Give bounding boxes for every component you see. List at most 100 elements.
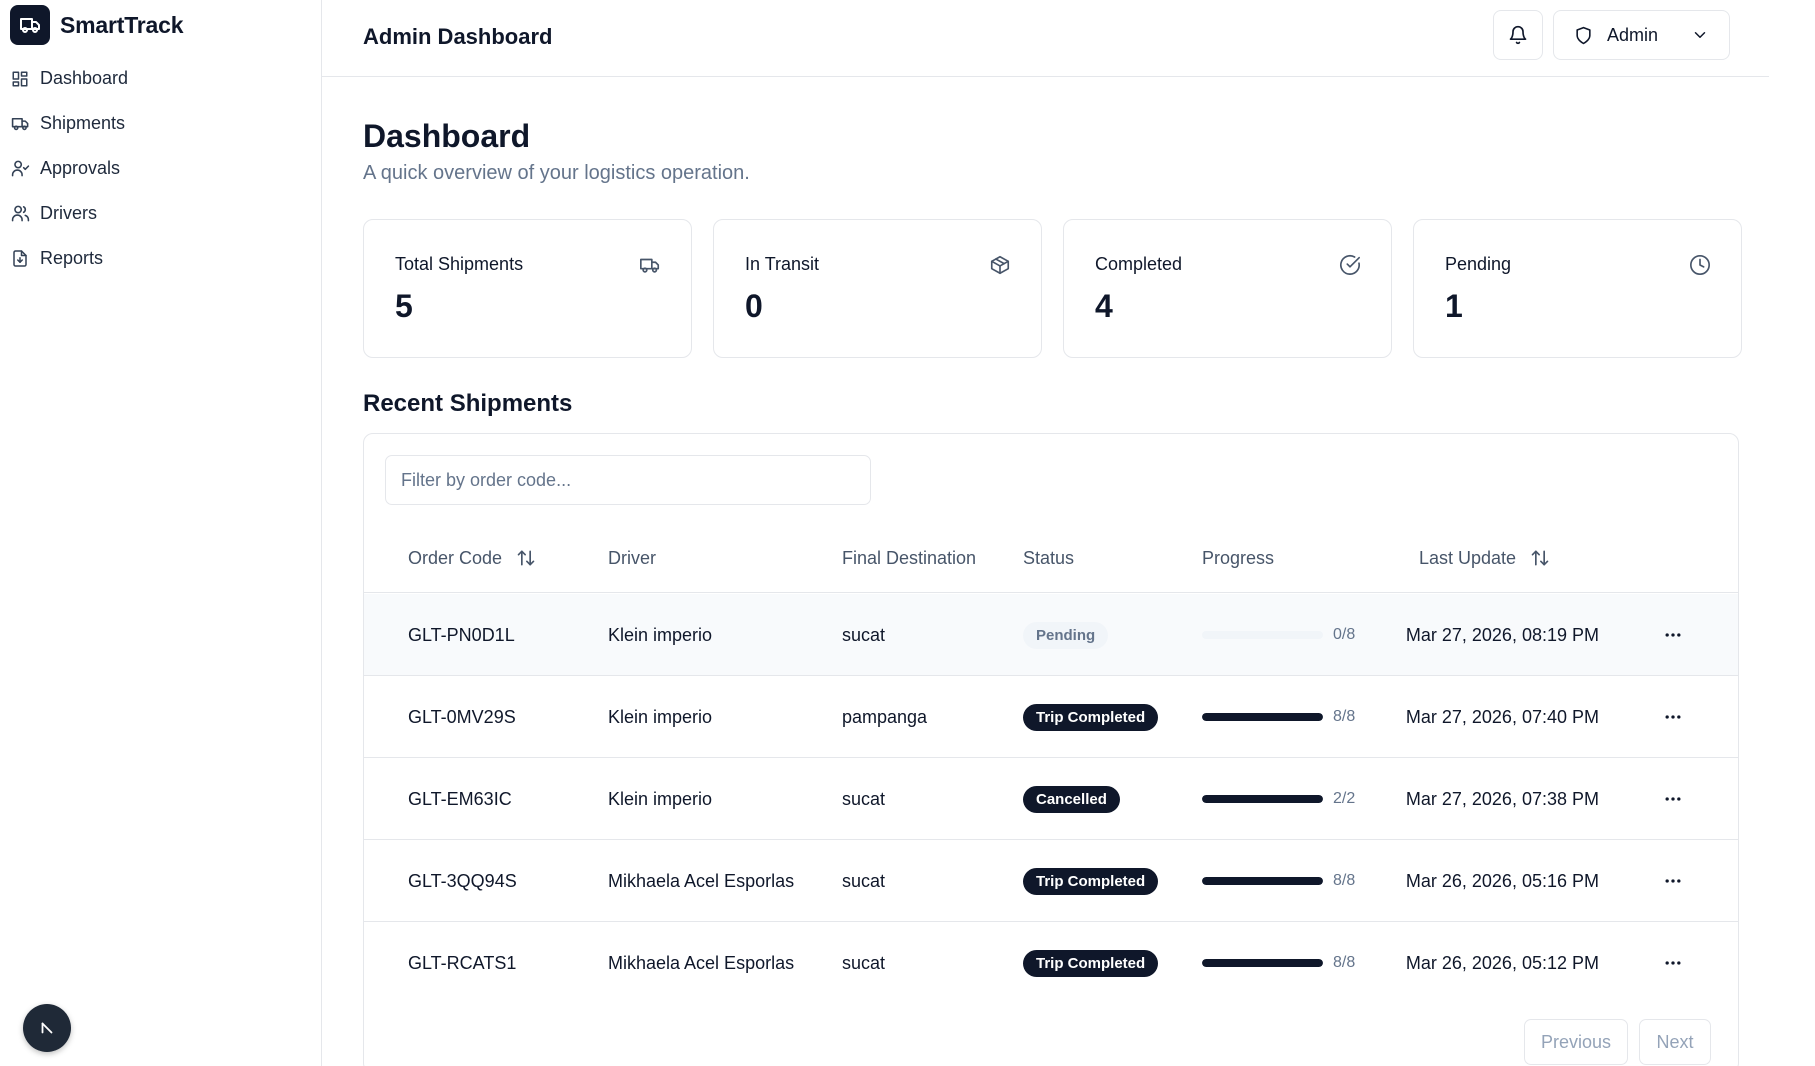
stat-label: Total Shipments — [395, 254, 524, 274]
table-row[interactable]: GLT-EM63IC Klein imperio sucat Cancelled… — [364, 758, 1738, 840]
progress-track — [1202, 877, 1323, 885]
recent-shipments-title: Recent Shipments — [363, 390, 573, 417]
column-header-progress: Progress — [1202, 523, 1274, 593]
sidebar: SmartTrack Dashboard Shipments Approvals… — [0, 0, 322, 1066]
top-header: Admin Dashboard Admin — [322, 0, 1769, 77]
stat-card-in-transit: In Transit 0 — [713, 219, 1042, 358]
sort-arrows-icon[interactable] — [516, 548, 536, 568]
destination-cell: pampanga — [842, 706, 928, 727]
file-download-icon — [10, 249, 30, 269]
table-row[interactable]: GLT-3QQ94S Mikhaela Acel Esporlas sucat … — [364, 840, 1738, 922]
brand[interactable]: SmartTrack — [10, 5, 184, 45]
progress-track — [1202, 631, 1323, 639]
row-actions-button[interactable] — [1660, 622, 1686, 648]
stat-label: In Transit — [745, 254, 820, 274]
destination-cell: sucat — [842, 624, 886, 645]
column-header-final-destination: Final Destination — [842, 523, 976, 593]
status-badge: Cancelled — [1023, 785, 1120, 813]
driver-cell: Klein imperio — [608, 788, 713, 809]
column-header-label: Driver — [608, 547, 656, 568]
row-actions-button[interactable] — [1660, 950, 1686, 976]
column-header-label: Status — [1023, 547, 1075, 568]
stat-card-pending: Pending 1 — [1413, 219, 1742, 358]
page-title: Dashboard — [363, 118, 531, 154]
next-page-button[interactable]: Next — [1639, 1019, 1711, 1065]
user-check-icon — [10, 159, 30, 179]
column-header-last-update[interactable]: Last Update — [1419, 523, 1550, 593]
column-header-label: Last Update — [1419, 547, 1517, 568]
progress-count: 2/2 — [1333, 790, 1356, 807]
previous-page-button[interactable]: Previous — [1524, 1019, 1628, 1065]
destination-cell: sucat — [842, 952, 886, 973]
user-menu-label: Admin — [1607, 24, 1659, 45]
progress-fill — [1202, 959, 1323, 967]
progress-count: 8/8 — [1333, 872, 1356, 889]
user-menu-button[interactable]: Admin — [1553, 10, 1730, 60]
status-badge: Trip Completed — [1023, 867, 1159, 895]
progress-cell: 8/8 — [1202, 840, 1355, 922]
order-code-cell: GLT-RCATS1 — [408, 952, 517, 973]
order-code-cell: GLT-EM63IC — [408, 788, 512, 809]
column-header-order-code[interactable]: Order Code — [408, 523, 536, 593]
table-row[interactable]: GLT-PN0D1L Klein imperio sucat Pending 0… — [364, 594, 1738, 676]
progress-count: 0/8 — [1333, 626, 1356, 643]
truck-icon — [10, 114, 30, 134]
shield-icon — [1576, 26, 1591, 44]
column-header-status: Status — [1023, 523, 1074, 593]
sidebar-item-approvals[interactable]: Approvals — [10, 146, 310, 191]
chevron-down-icon — [1694, 32, 1706, 38]
last-update-cell: Mar 26, 2026, 05:16 PM — [1405, 870, 1599, 891]
sidebar-item-reports[interactable]: Reports — [10, 236, 310, 281]
sidebar-item-drivers[interactable]: Drivers — [10, 191, 310, 236]
table-header: Order Code Driver Final Destination Stat… — [364, 523, 1738, 593]
order-code-cell: GLT-0MV29S — [408, 706, 516, 727]
progress-track — [1202, 959, 1323, 967]
last-update-cell: Mar 27, 2026, 08:19 PM — [1405, 624, 1599, 645]
column-header-label: Order Code — [408, 547, 503, 568]
stat-value: 4 — [1095, 288, 1113, 324]
truck-logo-icon — [10, 5, 50, 45]
more-horizontal-icon — [1665, 879, 1681, 883]
stat-value: 0 — [745, 288, 763, 324]
recent-shipments-table: Order Code Driver Final Destination Stat… — [363, 433, 1739, 1066]
truck-icon — [639, 254, 661, 276]
progress-cell: 0/8 — [1202, 594, 1355, 676]
check-circle-icon — [1339, 254, 1361, 276]
sidebar-item-label: Drivers — [40, 203, 97, 223]
driver-cell: Klein imperio — [608, 706, 713, 727]
progress-count: 8/8 — [1333, 708, 1356, 725]
table-row[interactable]: GLT-RCATS1 Mikhaela Acel Esporlas sucat … — [364, 922, 1738, 1004]
driver-cell: Mikhaela Acel Esporlas — [608, 952, 795, 973]
stat-card-completed: Completed 4 — [1063, 219, 1392, 358]
clock-icon — [1689, 254, 1711, 276]
sidebar-item-label: Reports — [40, 248, 104, 268]
last-update-cell: Mar 26, 2026, 05:12 PM — [1405, 952, 1599, 973]
progress-count: 8/8 — [1333, 954, 1356, 971]
progress-cell: 8/8 — [1202, 922, 1355, 1004]
progress-fill — [1202, 713, 1323, 721]
sidebar-item-label: Shipments — [40, 113, 126, 133]
page-subtitle: A quick overview of your logistics opera… — [363, 162, 750, 184]
order-code-filter-input[interactable] — [385, 455, 871, 505]
table-row[interactable]: GLT-0MV29S Klein imperio pampanga Trip C… — [364, 676, 1738, 758]
column-header-label: Final Destination — [842, 547, 977, 568]
layout-grid-icon — [10, 69, 30, 89]
driver-cell: Mikhaela Acel Esporlas — [608, 870, 795, 891]
notifications-button[interactable] — [1493, 10, 1543, 60]
stat-label: Pending — [1445, 254, 1512, 274]
column-header-driver: Driver — [608, 523, 656, 593]
row-actions-button[interactable] — [1660, 868, 1686, 894]
sidebar-item-label: Approvals — [40, 158, 121, 178]
app-name: SmartTrack — [60, 11, 184, 38]
sort-arrows-icon[interactable] — [1530, 548, 1550, 568]
row-actions-button[interactable] — [1660, 786, 1686, 812]
assistant-button[interactable] — [23, 1004, 71, 1052]
progress-cell: 8/8 — [1202, 676, 1355, 758]
bell-icon — [1509, 25, 1527, 45]
progress-track — [1202, 795, 1323, 803]
sidebar-item-shipments[interactable]: Shipments — [10, 101, 310, 146]
order-code-cell: GLT-3QQ94S — [408, 870, 517, 891]
row-actions-button[interactable] — [1660, 704, 1686, 730]
progress-fill — [1202, 795, 1323, 803]
sidebar-item-dashboard[interactable]: Dashboard — [10, 56, 310, 101]
